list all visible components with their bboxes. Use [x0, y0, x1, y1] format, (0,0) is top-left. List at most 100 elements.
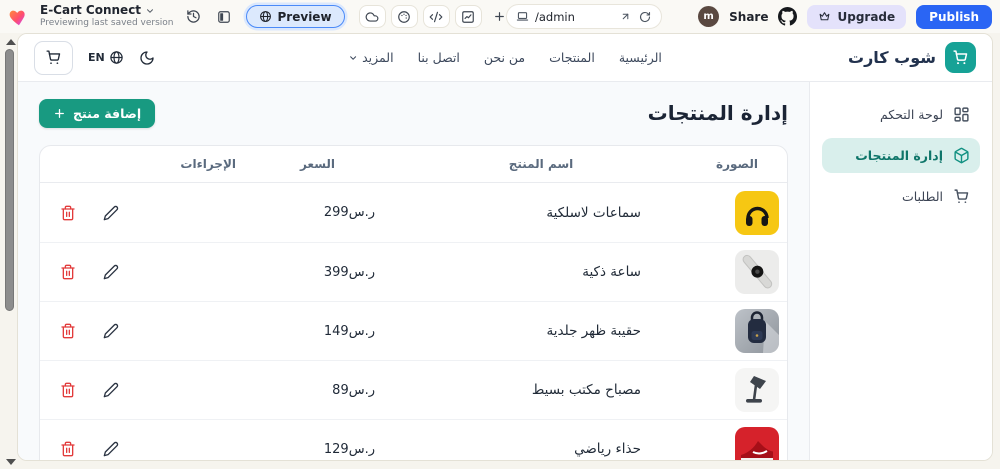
lamp-image — [735, 368, 779, 412]
project-name: E-Cart Connect — [40, 4, 141, 18]
lovable-logo-icon — [8, 6, 30, 28]
cart-icon — [45, 49, 62, 66]
sidebar-item-products[interactable]: إدارة المنتجات — [822, 138, 980, 173]
nav-contact[interactable]: اتصل بنا — [418, 50, 460, 65]
dashboard-icon — [953, 106, 970, 123]
nav-products[interactable]: المنتجات — [549, 50, 595, 65]
table-row: مصباح مكتب بسيط ر.س89 — [40, 360, 787, 419]
table-row: سماعات لاسلكية ر.س299 — [40, 183, 787, 242]
admin-sidebar: لوحة التحكم إدارة المنتجات الطلبات — [809, 82, 992, 461]
chart-icon — [461, 10, 475, 24]
sidebar-item-dashboard[interactable]: لوحة التحكم — [822, 97, 980, 132]
product-price: ر.س89 — [332, 383, 395, 398]
edit-product-button[interactable] — [103, 441, 119, 457]
page-title: إدارة المنتجات — [648, 101, 788, 125]
palette-icon — [397, 10, 411, 24]
product-name: ساعة ذكية — [582, 264, 687, 280]
column-header-actions: الإجراءات — [180, 157, 240, 171]
url-path: /admin — [535, 10, 613, 24]
product-name: سماعات لاسلكية — [546, 205, 687, 221]
panel-toggle-button[interactable] — [212, 6, 236, 28]
theme-palette-button[interactable] — [391, 5, 418, 28]
delete-product-button[interactable] — [60, 441, 76, 457]
trash-icon — [60, 382, 76, 398]
globe-icon — [259, 10, 272, 23]
table-row: حذاء رياضي ر.س129 — [40, 419, 787, 461]
delete-product-button[interactable] — [60, 205, 76, 221]
add-product-label: إضافة منتج — [73, 106, 141, 121]
scrollbar-thumb[interactable] — [5, 49, 14, 311]
avatar[interactable]: m — [698, 6, 719, 27]
product-price: ر.س399 — [324, 265, 395, 280]
sidebar-item-orders[interactable]: الطلبات — [822, 179, 980, 214]
history-button[interactable] — [182, 6, 206, 28]
pencil-icon — [103, 205, 119, 221]
preview-button[interactable]: Preview — [246, 5, 345, 28]
url-bar[interactable]: /admin — [506, 4, 662, 29]
delete-product-button[interactable] — [60, 323, 76, 339]
nav-more-label: المزيد — [362, 50, 393, 65]
code-button[interactable] — [423, 5, 450, 28]
globe-icon — [109, 50, 124, 65]
scrollbar-up-arrow[interactable] — [6, 39, 16, 45]
publish-button[interactable]: Publish — [916, 5, 992, 29]
chevron-down-icon — [348, 53, 358, 63]
sneaker-image — [735, 427, 779, 461]
edit-product-button[interactable] — [103, 205, 119, 221]
cloud-icon — [365, 10, 379, 24]
product-name: حقيبة ظهر جلدية — [547, 323, 687, 339]
github-button[interactable] — [778, 7, 797, 26]
backpack-image — [735, 309, 779, 353]
column-header-price: السعر — [300, 157, 335, 171]
edit-product-button[interactable] — [103, 264, 119, 280]
edit-product-button[interactable] — [103, 382, 119, 398]
orders-cart-icon — [953, 188, 970, 205]
sidebar-item-label: الطلبات — [902, 189, 943, 204]
header-controls: EN — [34, 41, 155, 75]
products-table-card: الصورة اسم المنتج السعر الإجراءات سماعات… — [39, 145, 788, 461]
pencil-icon — [103, 441, 119, 457]
table-header-row: الصورة اسم المنتج السعر الإجراءات — [40, 146, 787, 183]
avatar-initial: m — [703, 11, 713, 22]
admin-content: لوحة التحكم إدارة المنتجات الطلبات إدارة… — [18, 82, 992, 461]
project-menu[interactable]: E-Cart Connect Previewing last saved ver… — [40, 4, 174, 29]
site-brand[interactable]: شوب كارت — [848, 42, 976, 73]
add-product-button[interactable]: إضافة منتج — [39, 99, 155, 128]
language-toggle[interactable]: EN — [88, 50, 124, 65]
delete-product-button[interactable] — [60, 382, 76, 398]
cloud-button[interactable] — [359, 5, 386, 28]
scrollbar-down-arrow[interactable] — [6, 459, 16, 465]
nav-about[interactable]: من نحن — [484, 50, 525, 65]
package-icon — [953, 147, 970, 164]
nav-more[interactable]: المزيد — [348, 50, 393, 65]
dark-mode-toggle[interactable] — [139, 50, 155, 66]
device-icon — [516, 10, 529, 23]
refresh-icon — [639, 11, 651, 23]
column-header-name: اسم المنتج — [509, 157, 574, 171]
analytics-button[interactable] — [455, 5, 482, 28]
share-button[interactable]: Share — [729, 10, 768, 24]
headphones-image — [735, 191, 779, 235]
open-external-button[interactable] — [619, 11, 632, 22]
cart-button[interactable] — [34, 41, 73, 75]
pencil-icon — [103, 382, 119, 398]
site-header: شوب كارت الرئيسية المنتجات من نحن اتصل ب… — [18, 34, 992, 82]
language-label: EN — [88, 51, 105, 64]
smartwatch-image — [735, 250, 779, 294]
product-name: حذاء رياضي — [574, 441, 687, 457]
upgrade-button[interactable]: Upgrade — [807, 5, 906, 29]
products-admin-main: إدارة المنتجات إضافة منتج الصورة اسم الم… — [18, 82, 809, 461]
pencil-icon — [103, 323, 119, 339]
brand-cart-icon — [945, 42, 976, 73]
table-row: ساعة ذكية ر.س399 — [40, 242, 787, 301]
refresh-button[interactable] — [638, 11, 652, 23]
table-body: سماعات لاسلكية ر.س299 ساعة ذكية ر.س399 ح… — [40, 183, 787, 461]
crown-icon — [818, 10, 831, 23]
edit-product-button[interactable] — [103, 323, 119, 339]
product-price: ر.س149 — [324, 324, 395, 339]
nav-home[interactable]: الرئيسية — [619, 50, 662, 65]
upgrade-label: Upgrade — [837, 10, 895, 24]
code-icon — [429, 10, 443, 24]
product-name: مصباح مكتب بسيط — [532, 382, 687, 398]
delete-product-button[interactable] — [60, 264, 76, 280]
